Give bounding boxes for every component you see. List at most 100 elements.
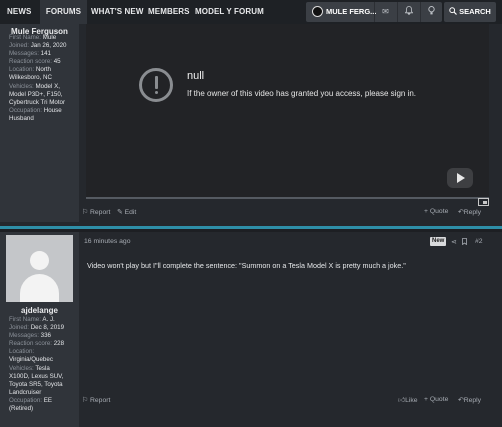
video-error-message: If the owner of this video has granted y… (187, 89, 417, 98)
user-stat-line: Joined: Jan 26, 2020 (9, 42, 75, 50)
user-stat-key: Reaction score: (9, 58, 52, 66)
post1-user-stats: First Name: Mule Joined: Jan 26, 2020 Mess… (9, 34, 75, 123)
post2-report-label: Report (89, 397, 111, 404)
user-stat-key: First Name: (9, 316, 41, 323)
picture-in-picture-icon[interactable] (478, 198, 489, 206)
user-stat-value: North (35, 66, 51, 74)
post1-reply-label: Reply (463, 209, 482, 216)
user-stat-line: Messages: 336 (9, 332, 75, 340)
post2-reply-label: Reply (463, 397, 482, 404)
user-stat-value: Landcruiser (9, 388, 42, 396)
youtube-play-icon[interactable] (447, 168, 473, 188)
post1-edit-button[interactable]: ✎ Edit (117, 208, 136, 216)
nav-tab-whats-new[interactable]: WHAT'S NEW (91, 0, 144, 24)
post1-report-button[interactable]: ⚐ Report (82, 208, 110, 216)
nav-tab-members[interactable]: MEMBERS (148, 0, 190, 24)
user-stat-line: Model P3D+, F150, (9, 91, 75, 99)
account-username: MULE FERG... (326, 7, 377, 16)
user-stat-value: 228 (53, 340, 65, 348)
user-stat-key: Messages: (9, 332, 39, 340)
post2-quote-button[interactable]: + Quote (424, 396, 448, 403)
user-toolbar: MULE FERG... ✉ (306, 2, 442, 22)
nav-tab-news[interactable]: NEWS (7, 0, 31, 24)
avatar[interactable] (6, 235, 73, 302)
user-stat-key: Joined: (9, 324, 29, 332)
search-label: SEARCH (459, 7, 491, 16)
account-menu[interactable]: MULE FERG... (312, 2, 376, 22)
user-stat-line: Cybertruck Tri Motor (9, 99, 75, 107)
video-player[interactable] (86, 24, 489, 197)
user-stat-line: (Retired) (9, 405, 75, 413)
mail-icon[interactable]: ✉ (374, 2, 396, 22)
post2-username[interactable]: ajdelange (0, 306, 79, 315)
user-stat-value: Husband (9, 114, 34, 122)
user-stat-key: Location: (9, 348, 35, 356)
user-stat-value: Model P3D+, F150, (9, 90, 63, 98)
user-stat-line: First Name: Mule (9, 34, 75, 42)
user-stat-key: Vehicles: (9, 364, 34, 372)
user-stat-value: Cybertruck Tri Motor (9, 98, 66, 106)
post2-reply-button[interactable]: ↶Reply (458, 396, 481, 404)
user-stat-value: Virginia/Quebec (9, 356, 53, 364)
post2-like-label: Like (405, 397, 418, 404)
search-button[interactable]: SEARCH (444, 2, 496, 22)
user-stat-value: Mule (42, 34, 57, 41)
user-stat-value: Wilkesboro, NC (9, 74, 52, 82)
nav-tab-forums[interactable]: FORUMS (40, 0, 87, 24)
user-stat-key: Messages: (9, 50, 39, 58)
post1-quote-button[interactable]: + Quote (424, 208, 448, 215)
user-stat-line: Location: (9, 348, 75, 356)
error-icon (139, 68, 173, 102)
user-stat-key: First Name: (9, 34, 41, 41)
user-stat-key: Occupation: (9, 106, 43, 114)
user-stat-line: Husband (9, 115, 75, 123)
user-stat-line: X100D, Lexus SUV, (9, 373, 75, 381)
user-stat-key: Occupation: (9, 396, 43, 404)
post1-report-label: Report (89, 209, 111, 216)
flag-icon: ⚐ (82, 209, 89, 216)
post2-body: Video won't play but I"ll complete the s… (87, 261, 406, 270)
user-stat-value: Jan 26, 2020 (30, 42, 67, 50)
user-stat-line: Vehicles: Model X, (9, 83, 75, 91)
user-stat-key: Vehicles: (9, 82, 34, 90)
post1-reply-button[interactable]: ↶Reply (458, 208, 481, 216)
flag-icon: ⚐ (82, 397, 89, 404)
user-stat-line: Landcruiser (9, 389, 75, 397)
post2-like-button[interactable]: 👍︎Like (398, 396, 418, 404)
user-stat-value: Dec 8, 2019 (30, 324, 65, 332)
share-icon[interactable]: ⋖ (451, 238, 457, 246)
bell-icon[interactable] (397, 2, 419, 22)
user-stat-line: Vehicles: Tesla (9, 365, 75, 373)
user-stat-value: A. J. (42, 316, 55, 323)
post2-timestamp[interactable]: 16 minutes ago (84, 238, 130, 245)
post2-user-stats: First Name: A. J. Joined: Dec 8, 2019 Mess… (9, 316, 75, 413)
bookmark-icon[interactable] (462, 238, 467, 247)
video-error-title: null (187, 70, 205, 82)
post1-edit-label: Edit (124, 209, 137, 216)
post2-report-button[interactable]: ⚐ Report (82, 396, 110, 404)
bulb-icon[interactable] (420, 2, 442, 22)
post-number[interactable]: #2 (475, 238, 483, 245)
avatar (312, 5, 323, 17)
nav-tab-model-y-forum[interactable]: MODEL Y FORUM (195, 0, 264, 24)
user-stat-key: Reaction score: (9, 340, 52, 348)
user-stat-value: 141 (40, 50, 51, 58)
user-stat-key: Joined: (9, 42, 29, 50)
user-stat-line: Messages: 141 (9, 50, 75, 58)
user-stat-value: (Retired) (9, 405, 34, 413)
user-stat-value: X100D, Lexus SUV, (9, 372, 64, 380)
user-stat-value: Tesla (35, 364, 50, 372)
user-stat-line: Reaction score: 45 (9, 58, 75, 66)
user-stat-value: 45 (53, 58, 61, 66)
user-stat-value: EE (43, 396, 53, 404)
user-stat-line: Occupation: House (9, 107, 75, 115)
user-stat-line: Joined: Dec 8, 2019 (9, 324, 75, 332)
user-stat-value: 336 (40, 332, 51, 340)
user-stat-line: Location: North (9, 66, 75, 74)
user-stat-key: Location: (9, 66, 35, 74)
video-progress-bar[interactable] (86, 197, 489, 199)
top-nav: NEWS FORUMS WHAT'S NEW MEMBERS MODEL Y F… (0, 0, 502, 24)
user-stat-line: Wilkesboro, NC (9, 74, 75, 82)
user-stat-value: House (43, 106, 62, 114)
user-stat-line: Reaction score: 228 (9, 340, 75, 348)
